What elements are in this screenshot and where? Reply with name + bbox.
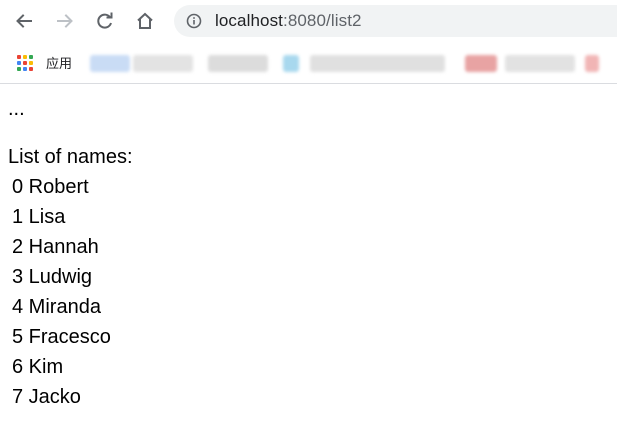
list-item: 6 Kim bbox=[12, 356, 64, 378]
apps-grid-dot bbox=[29, 54, 33, 59]
apps-grid-dot bbox=[17, 66, 21, 71]
bookmark-item[interactable] bbox=[283, 55, 299, 72]
list-item: 5 Fracesco bbox=[12, 326, 111, 348]
list-item: 1 Lisa bbox=[12, 206, 66, 228]
back-button[interactable] bbox=[9, 6, 39, 36]
bookmark-item[interactable] bbox=[585, 55, 599, 72]
apps-grid-dot bbox=[29, 66, 33, 71]
info-icon[interactable] bbox=[186, 13, 202, 29]
home-icon bbox=[137, 12, 153, 29]
apps-shortcut[interactable]: 应用 bbox=[17, 53, 72, 72]
url-text[interactable]: localhost:8080/list2 bbox=[215, 11, 362, 31]
forward-arrow-icon bbox=[57, 14, 73, 28]
browser-toolbar: localhost:8080/list2 bbox=[0, 0, 617, 42]
bookmark-item[interactable] bbox=[208, 55, 268, 72]
reload-icon bbox=[97, 12, 113, 29]
apps-grid-dot bbox=[17, 60, 21, 65]
apps-label: 应用 bbox=[46, 56, 73, 71]
apps-grid-dot bbox=[23, 54, 27, 59]
list-item: 0 Robert bbox=[12, 176, 89, 198]
list-item: 2 Hannah bbox=[12, 236, 99, 258]
ellipsis-text: ... bbox=[8, 98, 25, 120]
bookmark-item[interactable] bbox=[465, 55, 497, 72]
list-heading: List of names: bbox=[8, 146, 133, 168]
bookmark-item[interactable] bbox=[310, 55, 445, 72]
apps-grid-icon bbox=[17, 54, 33, 71]
forward-button[interactable] bbox=[50, 6, 80, 36]
page-content: ... List of names: 0 Robert 1 Lisa 2 Hanna… bbox=[8, 96, 133, 412]
apps-grid-dot bbox=[23, 66, 27, 71]
address-bar[interactable]: localhost:8080/list2 bbox=[174, 5, 617, 37]
list-item: 3 Ludwig bbox=[12, 266, 93, 288]
names-list: 0 Robert 1 Lisa 2 Hannah 3 Ludwig 4 Miranda 5… bbox=[8, 172, 133, 412]
apps-grid-dot bbox=[17, 54, 21, 59]
reload-button[interactable] bbox=[90, 6, 120, 36]
bookmark-item[interactable] bbox=[505, 55, 575, 72]
bookmarks-bar: 应用 bbox=[0, 42, 617, 84]
apps-grid-dot bbox=[29, 60, 33, 65]
list-item: 7 Jacko bbox=[12, 386, 81, 408]
bookmark-item[interactable] bbox=[90, 55, 130, 72]
back-arrow-icon bbox=[16, 14, 32, 28]
list-item: 4 Miranda bbox=[12, 296, 101, 318]
bookmark-item[interactable] bbox=[133, 55, 193, 72]
apps-grid-dot bbox=[23, 60, 27, 65]
home-button[interactable] bbox=[130, 6, 160, 36]
